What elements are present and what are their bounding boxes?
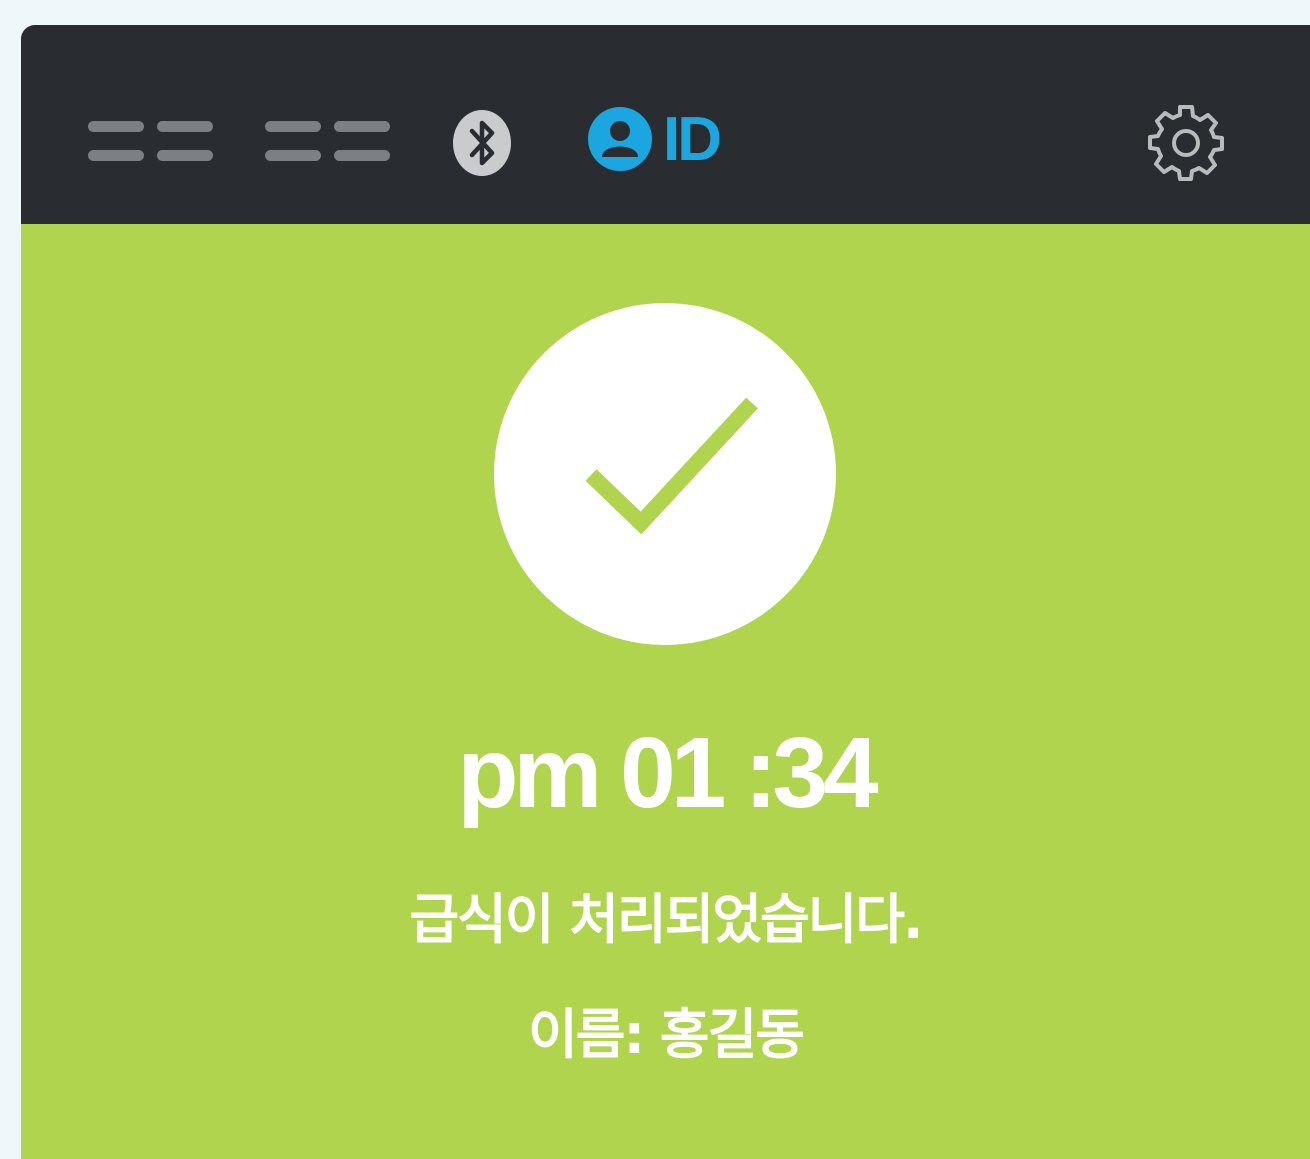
bluetooth-icon: [452, 109, 512, 177]
gear-icon[interactable]: [1145, 102, 1227, 184]
id-label: ID: [663, 105, 722, 174]
signal-dashes-icon: [265, 121, 390, 161]
status-bar: ID: [21, 25, 1310, 224]
check-icon: [494, 303, 836, 645]
processed-time: pm 01 :34: [457, 717, 878, 829]
device-screen: ID pm 01 :34 급식이 처리되었습니다. 이름: 홍길동: [21, 25, 1310, 1159]
user-icon: [588, 107, 652, 171]
status-message: 급식이 처리되었습니다.: [409, 888, 923, 951]
student-name: 이름: 홍길동: [528, 1003, 805, 1066]
signal-dashes-icon: [88, 121, 213, 161]
